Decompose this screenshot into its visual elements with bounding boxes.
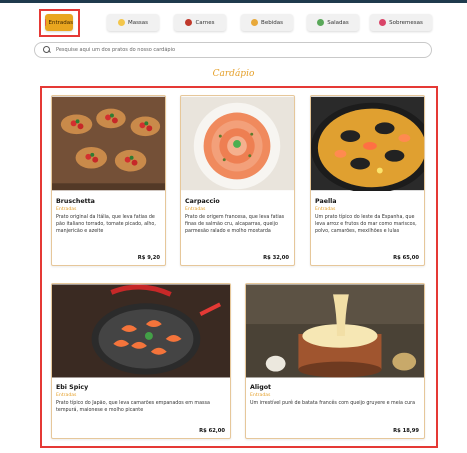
appetizer-icon (45, 19, 46, 26)
category-label: Massas (127, 19, 149, 26)
card-title: Carpaccio (185, 198, 220, 205)
drink-icon (251, 19, 259, 26)
search-bar[interactable] (34, 42, 432, 58)
card-description: Um prato típico do leste da Espanha, que… (315, 215, 417, 235)
category-label: Carnes (195, 19, 215, 26)
carpaccio-image (181, 96, 294, 191)
category-button-entradas[interactable]: Entradas (45, 14, 73, 31)
card-category: Entradas (56, 393, 77, 398)
card-title: Aligot (250, 384, 272, 391)
menu-card-ebi-spicy[interactable]: Ebi Spicy Entradas Prato típico do Japão… (51, 283, 231, 439)
card-title: Bruschetta (56, 198, 95, 205)
card-description: Prato de origem francesa, que leva fatia… (185, 215, 285, 235)
search-icon (43, 46, 51, 54)
card-title: Paella (315, 198, 337, 205)
menu-card-paella[interactable]: Paella Entradas Um prato típico do leste… (310, 95, 425, 266)
ebi-spicy-image (52, 284, 230, 378)
menu-title: Cardápio (212, 69, 255, 79)
dessert-icon (379, 19, 387, 26)
meat-icon (185, 19, 193, 26)
top-strip (0, 0, 467, 3)
card-description: Prato típico do Japão, que leva camarões… (56, 401, 210, 414)
category-button-bebidas[interactable]: Bebidas (241, 14, 293, 31)
card-price: R$ 18,99 (393, 428, 419, 434)
pasta-icon (117, 19, 125, 26)
search-input[interactable] (56, 47, 416, 53)
category-button-sobremesas[interactable]: Sobremesas (370, 14, 432, 31)
card-price: R$ 9,20 (137, 255, 160, 261)
category-button-saladas[interactable]: Saladas (307, 14, 359, 31)
bruschetta-image (52, 96, 165, 191)
card-title: Ebi Spicy (56, 384, 89, 391)
card-price: R$ 65,00 (393, 255, 419, 261)
card-description: Um irrestível purê de batata francês com… (250, 401, 416, 406)
card-price: R$ 32,00 (263, 255, 289, 261)
menu-card-bruschetta[interactable]: Bruschetta Entradas Prato original da It… (51, 95, 166, 266)
aligot-image (246, 284, 424, 378)
menu-card-aligot[interactable]: Aligot Entradas Um irrestível purê de ba… (245, 283, 425, 439)
category-label: Entradas (48, 19, 73, 26)
menu-card-carpaccio[interactable]: Carpaccio Entradas Prato de origem franc… (180, 95, 295, 266)
category-button-carnes[interactable]: Carnes (174, 14, 226, 31)
card-description: Prato original da Itália, que leva fatia… (56, 215, 156, 235)
card-category: Entradas (185, 207, 206, 212)
salad-icon (317, 19, 325, 26)
category-button-massas[interactable]: Massas (107, 14, 159, 31)
category-label: Sobremesas (389, 19, 423, 26)
category-label: Saladas (327, 19, 349, 26)
category-label: Bebidas (261, 19, 283, 26)
paella-image (311, 96, 424, 191)
card-category: Entradas (250, 393, 271, 398)
category-bar: Entradas Massas Carnes Bebidas Saladas S… (45, 14, 432, 34)
card-price: R$ 62,00 (199, 428, 225, 434)
card-category: Entradas (56, 207, 77, 212)
card-category: Entradas (315, 207, 336, 212)
